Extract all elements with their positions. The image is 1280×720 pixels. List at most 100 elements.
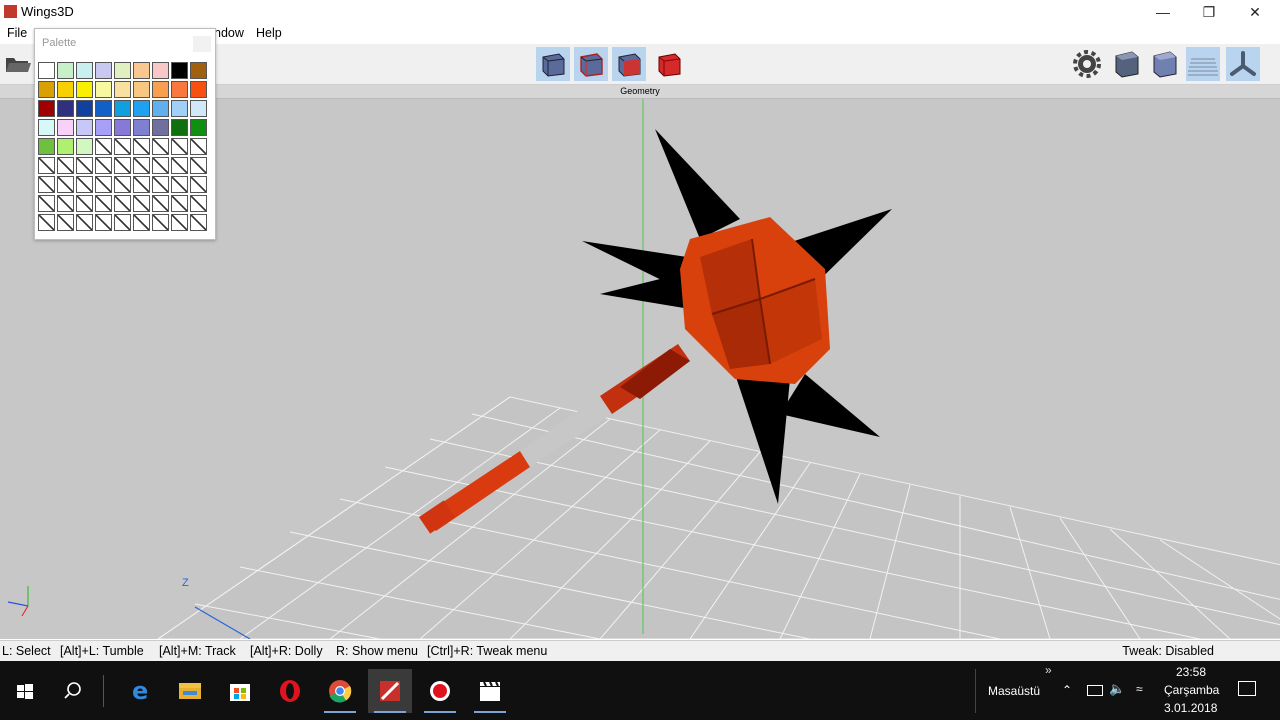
face-mode-button[interactable]: [612, 47, 646, 81]
menu-file[interactable]: File: [7, 26, 27, 40]
palette-swatch[interactable]: [38, 119, 55, 136]
store-icon[interactable]: [218, 669, 262, 713]
palette-swatch[interactable]: [133, 119, 150, 136]
edge-browser-icon[interactable]: e: [120, 669, 164, 713]
palette-swatch[interactable]: [38, 62, 55, 79]
palette-swatch[interactable]: [57, 62, 74, 79]
palette-swatch[interactable]: [133, 62, 150, 79]
palette-swatch[interactable]: [152, 119, 169, 136]
vertex-mode-button[interactable]: [536, 47, 570, 81]
palette-empty-swatch[interactable]: [95, 176, 112, 193]
palette-empty-swatch[interactable]: [38, 157, 55, 174]
palette-empty-swatch[interactable]: [190, 138, 207, 155]
screen-recorder-icon[interactable]: [418, 669, 462, 713]
palette-empty-swatch[interactable]: [38, 195, 55, 212]
palette-swatch[interactable]: [133, 81, 150, 98]
restore-button[interactable]: ❐: [1186, 0, 1232, 24]
palette-empty-swatch[interactable]: [152, 214, 169, 231]
palette-swatch[interactable]: [38, 81, 55, 98]
palette-swatch[interactable]: [114, 81, 131, 98]
axes-icon[interactable]: [1226, 47, 1260, 81]
chrome-browser-icon[interactable]: [318, 669, 362, 713]
palette-empty-swatch[interactable]: [114, 195, 131, 212]
palette-empty-swatch[interactable]: [114, 214, 131, 231]
palette-swatch[interactable]: [171, 81, 188, 98]
palette-empty-swatch[interactable]: [95, 195, 112, 212]
wings3d-taskbar-icon[interactable]: [368, 669, 412, 713]
palette-swatch[interactable]: [57, 100, 74, 117]
menu-help[interactable]: Help: [256, 26, 282, 40]
palette-swatch[interactable]: [190, 100, 207, 117]
palette-empty-swatch[interactable]: [76, 195, 93, 212]
palette-swatch[interactable]: [152, 62, 169, 79]
palette-swatch[interactable]: [114, 119, 131, 136]
palette-empty-swatch[interactable]: [76, 214, 93, 231]
palette-swatch[interactable]: [76, 138, 93, 155]
palette-empty-swatch[interactable]: [171, 195, 188, 212]
chevron-double-right-icon[interactable]: »: [1045, 663, 1052, 677]
palette-swatch[interactable]: [171, 62, 188, 79]
palette-empty-swatch[interactable]: [171, 214, 188, 231]
palette-empty-swatch[interactable]: [57, 195, 74, 212]
palette-empty-swatch[interactable]: [152, 138, 169, 155]
palette-empty-swatch[interactable]: [57, 157, 74, 174]
palette-empty-swatch[interactable]: [190, 157, 207, 174]
video-editor-icon[interactable]: [468, 669, 512, 713]
body-mode-button[interactable]: [652, 47, 686, 81]
search-icon[interactable]: [50, 669, 94, 713]
palette-swatch[interactable]: [38, 138, 55, 155]
palette-close-button[interactable]: [193, 36, 211, 52]
volume-icon[interactable]: 🔈: [1109, 681, 1125, 697]
palette-empty-swatch[interactable]: [152, 157, 169, 174]
opera-browser-icon[interactable]: [268, 669, 312, 713]
palette-empty-swatch[interactable]: [190, 214, 207, 231]
palette-empty-swatch[interactable]: [133, 157, 150, 174]
palette-swatch[interactable]: [114, 62, 131, 79]
palette-swatch[interactable]: [95, 81, 112, 98]
palette-empty-swatch[interactable]: [57, 176, 74, 193]
battery-icon[interactable]: [1087, 685, 1103, 696]
palette-swatch[interactable]: [190, 62, 207, 79]
palette-swatch[interactable]: [152, 81, 169, 98]
palette-empty-swatch[interactable]: [114, 157, 131, 174]
palette-empty-swatch[interactable]: [133, 195, 150, 212]
palette-empty-swatch[interactable]: [171, 176, 188, 193]
palette-swatch[interactable]: [95, 100, 112, 117]
gear-icon[interactable]: [1070, 47, 1104, 81]
palette-swatch[interactable]: [95, 62, 112, 79]
file-explorer-icon[interactable]: [168, 669, 212, 713]
clock-date[interactable]: 3.01.2018: [1164, 701, 1217, 715]
palette-empty-swatch[interactable]: [114, 176, 131, 193]
palette-empty-swatch[interactable]: [190, 195, 207, 212]
palette-empty-swatch[interactable]: [76, 157, 93, 174]
palette-swatch[interactable]: [114, 100, 131, 117]
close-button[interactable]: ✕: [1232, 0, 1278, 24]
palette-swatch[interactable]: [38, 100, 55, 117]
notifications-icon[interactable]: [1238, 681, 1256, 696]
palette-swatch[interactable]: [171, 100, 188, 117]
palette-empty-swatch[interactable]: [38, 214, 55, 231]
palette-empty-swatch[interactable]: [76, 176, 93, 193]
open-folder-icon[interactable]: [4, 52, 32, 74]
palette-empty-swatch[interactable]: [171, 138, 188, 155]
palette-swatch[interactable]: [57, 119, 74, 136]
palette-swatch[interactable]: [76, 100, 93, 117]
palette-empty-swatch[interactable]: [171, 157, 188, 174]
palette-empty-swatch[interactable]: [190, 176, 207, 193]
palette-swatch[interactable]: [95, 119, 112, 136]
clock-day[interactable]: Çarşamba: [1164, 683, 1219, 697]
palette-empty-swatch[interactable]: [133, 176, 150, 193]
palette-empty-swatch[interactable]: [133, 214, 150, 231]
desktop-toolbar-label[interactable]: Masaüstü: [988, 684, 1040, 698]
menu-window[interactable]: ndow: [214, 26, 244, 40]
palette-swatch[interactable]: [190, 119, 207, 136]
palette-swatch[interactable]: [76, 62, 93, 79]
edge-mode-button[interactable]: [574, 47, 608, 81]
start-button[interactable]: [2, 669, 46, 713]
palette-swatch[interactable]: [133, 100, 150, 117]
wifi-icon[interactable]: ≈: [1136, 682, 1143, 696]
palette-swatch[interactable]: [57, 81, 74, 98]
palette-empty-swatch[interactable]: [38, 176, 55, 193]
ground-grid-icon[interactable]: [1186, 47, 1220, 81]
palette-empty-swatch[interactable]: [152, 176, 169, 193]
